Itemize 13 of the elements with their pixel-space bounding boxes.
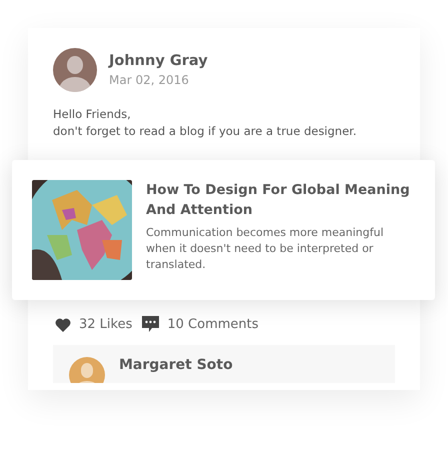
post-date: Mar 02, 2016 [109,73,190,87]
author-name: Johnny Gray [109,53,208,69]
post-message: don't forget to read a blog if you are a true designer. [53,123,358,140]
comments-count: 10 Comments [167,317,259,332]
heart-icon[interactable] [55,318,71,332]
commenter-name: Margaret Soto [119,357,233,373]
avatar [53,48,97,92]
article-card[interactable]: How To Design For Global Meaning And Attention Communication becomes more meaningful when it doesn't need to be interpreted or translated. [12,160,435,300]
article-summary: Communication becomes more meaningful when it doesn't need to be interpreted or translated. [146,225,385,273]
post-message: Hello Friends, [53,106,132,123]
comment-icon[interactable] [142,316,160,333]
likes-count: 32 Likes [79,317,132,332]
article-title: How To Design For Global Meaning And Attention [146,181,411,220]
